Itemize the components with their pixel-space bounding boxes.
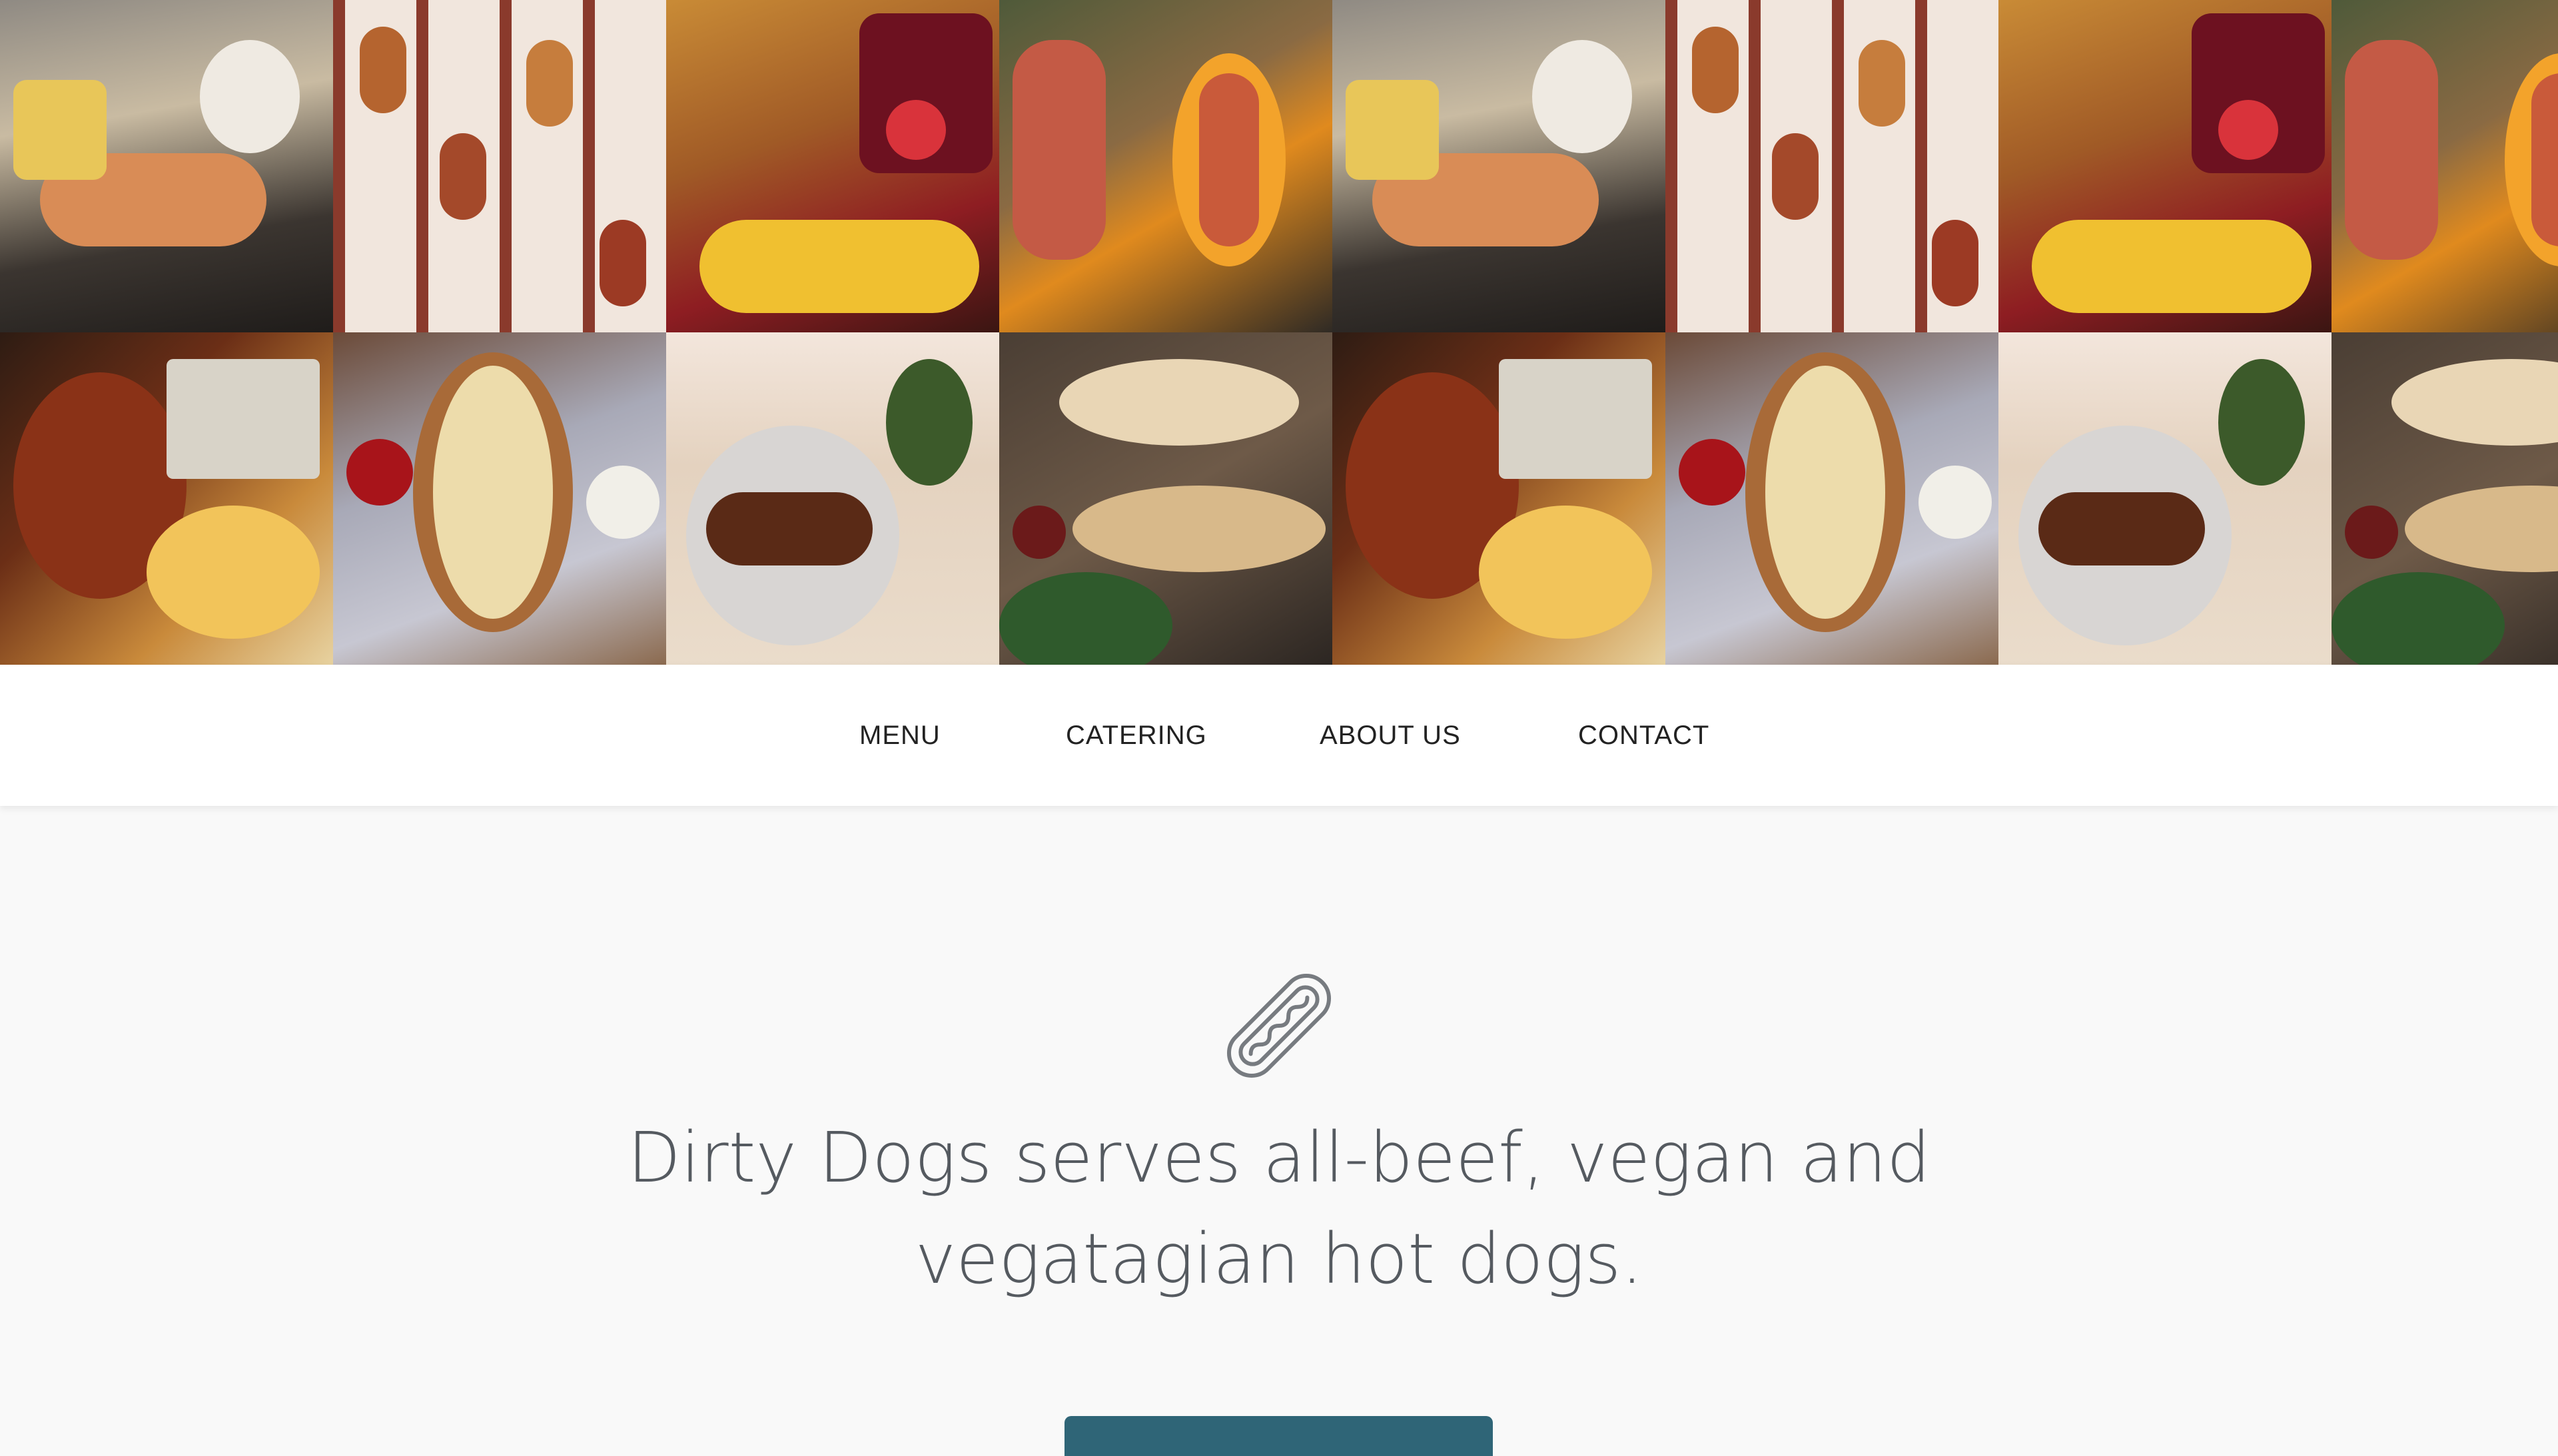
photo-chili-dog — [0, 332, 333, 665]
intro-tagline: Dirty Dogs serves all-beef, vegan and ve… — [627, 1117, 1931, 1299]
nav-link-catering[interactable]: CATERING — [1066, 721, 1207, 751]
photo-hotdog-fries-drink — [666, 0, 999, 332]
photo-hotdog-orange-tray — [2332, 0, 2558, 332]
photo-hotdog-fries-coffee — [0, 0, 333, 332]
nav-link-about-us[interactable]: ABOUT US — [1320, 721, 1461, 751]
photo-two-dogs-board — [2332, 332, 2558, 665]
photo-two-dogs-board — [999, 332, 1332, 665]
main-nav: MENU CATERING ABOUT US CONTACT — [0, 665, 2558, 806]
photo-hotdog-grid — [333, 0, 666, 332]
photo-hotdog-wood-table — [666, 332, 999, 665]
hotdog-icon — [1226, 973, 1332, 1078]
photo-hotdog-wood-table — [1998, 332, 2332, 665]
photo-mac-cheese-dog — [333, 332, 666, 665]
photo-chili-dog — [1332, 332, 1665, 665]
photo-hotdog-grid — [1665, 0, 1998, 332]
photo-hotdog-orange-tray — [999, 0, 1332, 332]
photo-hotdog-fries-drink — [1998, 0, 2332, 332]
photo-mosaic — [0, 0, 2558, 665]
nav-link-contact[interactable]: CONTACT — [1578, 721, 1709, 751]
photo-hotdog-fries-coffee — [1332, 0, 1665, 332]
cta-button[interactable] — [1065, 1416, 1493, 1456]
photo-mac-cheese-dog — [1665, 332, 1998, 665]
nav-link-menu[interactable]: MENU — [859, 721, 941, 751]
